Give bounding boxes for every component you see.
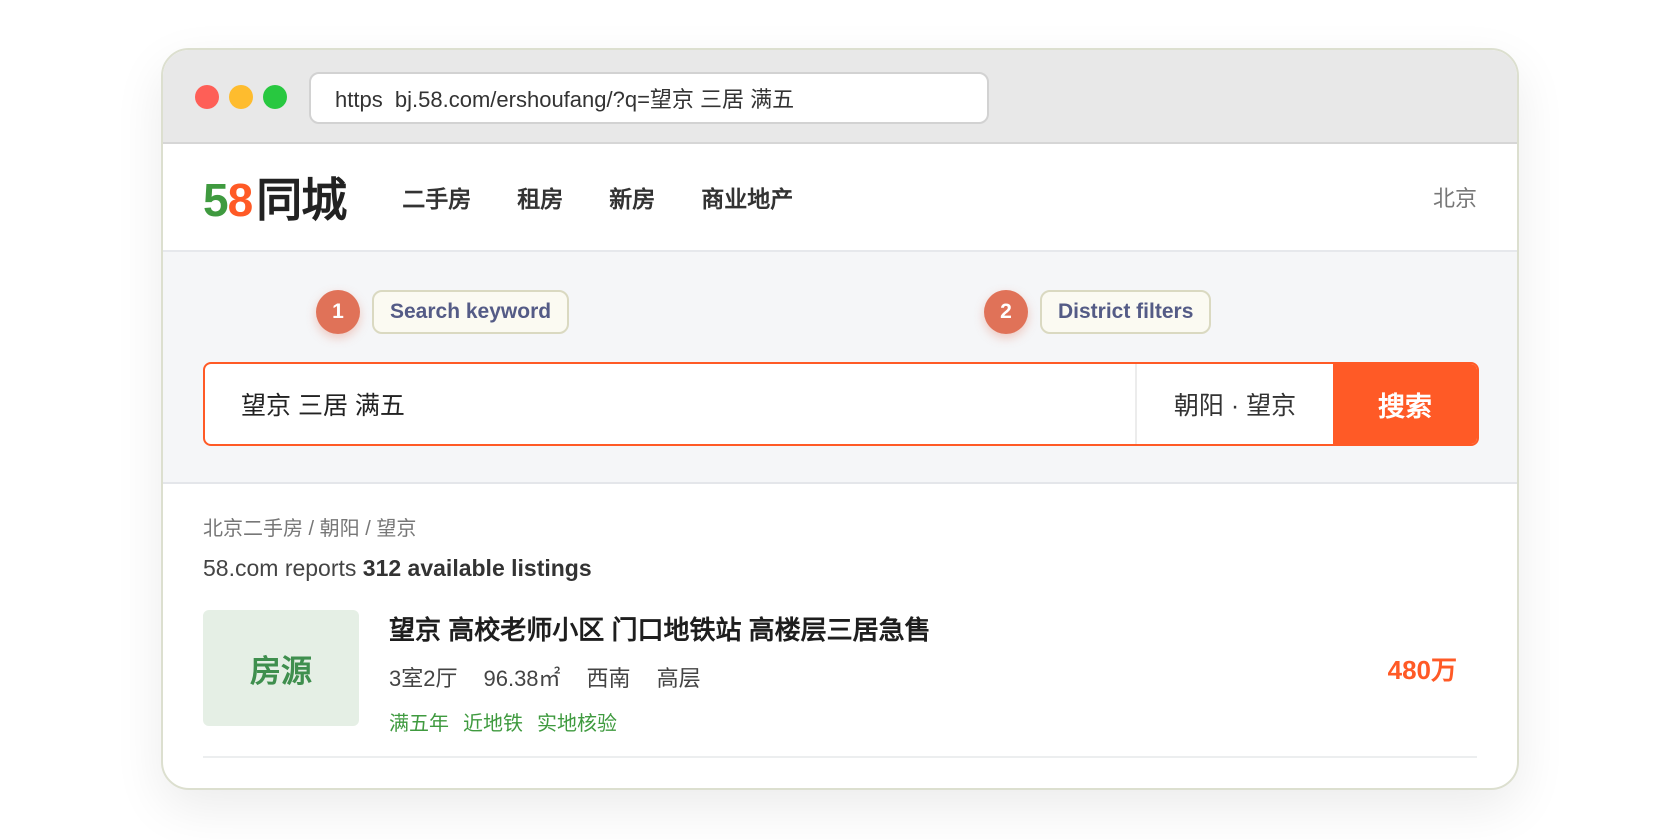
- listing-tag: 实地核验: [537, 713, 617, 735]
- callout-label: District filters: [1040, 290, 1212, 334]
- search-button[interactable]: 搜索: [1333, 364, 1477, 444]
- nav-ershoufang[interactable]: 二手房: [402, 180, 471, 214]
- callout-search-keyword: 1 Search keyword: [316, 290, 570, 334]
- listing-thumbnail[interactable]: 房源: [203, 610, 359, 726]
- results-section: 北京二手房 / 朝阳 / 望京 58.com reports 312 avail…: [163, 484, 1517, 758]
- listing-attributes: 3室2厅 96.38㎡ 西南 高层: [389, 661, 931, 693]
- browser-chrome: https bj.58.com/ershoufang/?q=望京 三居 满五: [163, 50, 1517, 144]
- site-header: 5 8 同城 二手房 租房 新房 商业地产 北京: [163, 144, 1517, 252]
- nav-xinfang[interactable]: 新房: [609, 180, 655, 214]
- callout-district-filters: 2 District filters: [984, 290, 1212, 334]
- callout-number: 1: [316, 290, 360, 334]
- nav-zufang[interactable]: 租房: [517, 180, 563, 214]
- logo-text: 同城: [256, 174, 347, 226]
- results-count-number: 312 available listings: [362, 555, 592, 581]
- search-bar: 望京 三居 满五 朝阳 · 望京 搜索: [203, 362, 1479, 446]
- listing-tag: 近地铁: [463, 713, 523, 735]
- results-count: 58.com reports 312 available listings: [203, 555, 1477, 582]
- nav-shangye[interactable]: 商业地产: [701, 180, 793, 214]
- city-selector[interactable]: 北京: [1433, 181, 1477, 213]
- callout-number: 2: [984, 290, 1028, 334]
- listing-item[interactable]: 房源 望京 高校老师小区 门口地铁站 高楼层三居急售 3室2厅 96.38㎡ 西…: [203, 610, 1477, 758]
- listing-price: 480万: [1387, 655, 1457, 685]
- site-logo[interactable]: 5 8 同城: [203, 164, 347, 230]
- listing-info: 望京 高校老师小区 门口地铁站 高楼层三居急售 3室2厅 96.38㎡ 西南 高…: [389, 610, 931, 736]
- close-window-button[interactable]: [195, 85, 219, 109]
- listing-floor: 高层: [656, 666, 701, 691]
- district-filter[interactable]: 朝阳 · 望京: [1135, 364, 1333, 444]
- logo-digit-5: 5: [203, 174, 229, 226]
- search-section: 1 Search keyword 2 District filters 望京 三…: [163, 252, 1517, 484]
- listing-area: 96.38㎡: [483, 666, 561, 691]
- minimize-window-button[interactable]: [229, 85, 253, 109]
- logo-digit-8: 8: [227, 174, 254, 226]
- maximize-window-button[interactable]: [263, 85, 287, 109]
- listing-tags: 满五年 近地铁 实地核验: [389, 707, 931, 736]
- search-input[interactable]: 望京 三居 满五: [205, 364, 1135, 444]
- listing-orientation: 西南: [586, 666, 631, 691]
- main-nav: 二手房 租房 新房 商业地产: [402, 180, 839, 214]
- browser-window: https bj.58.com/ershoufang/?q=望京 三居 满五 5…: [161, 48, 1519, 790]
- breadcrumb: 北京二手房 / 朝阳 / 望京: [203, 518, 417, 540]
- callout-label: Search keyword: [372, 290, 570, 334]
- address-bar[interactable]: https bj.58.com/ershoufang/?q=望京 三居 满五: [309, 72, 989, 124]
- listing-layout: 3室2厅: [389, 666, 458, 691]
- results-count-prefix: 58.com reports: [203, 555, 363, 581]
- listing-tag: 满五年: [389, 713, 449, 735]
- listing-title[interactable]: 望京 高校老师小区 门口地铁站 高楼层三居急售: [389, 610, 931, 647]
